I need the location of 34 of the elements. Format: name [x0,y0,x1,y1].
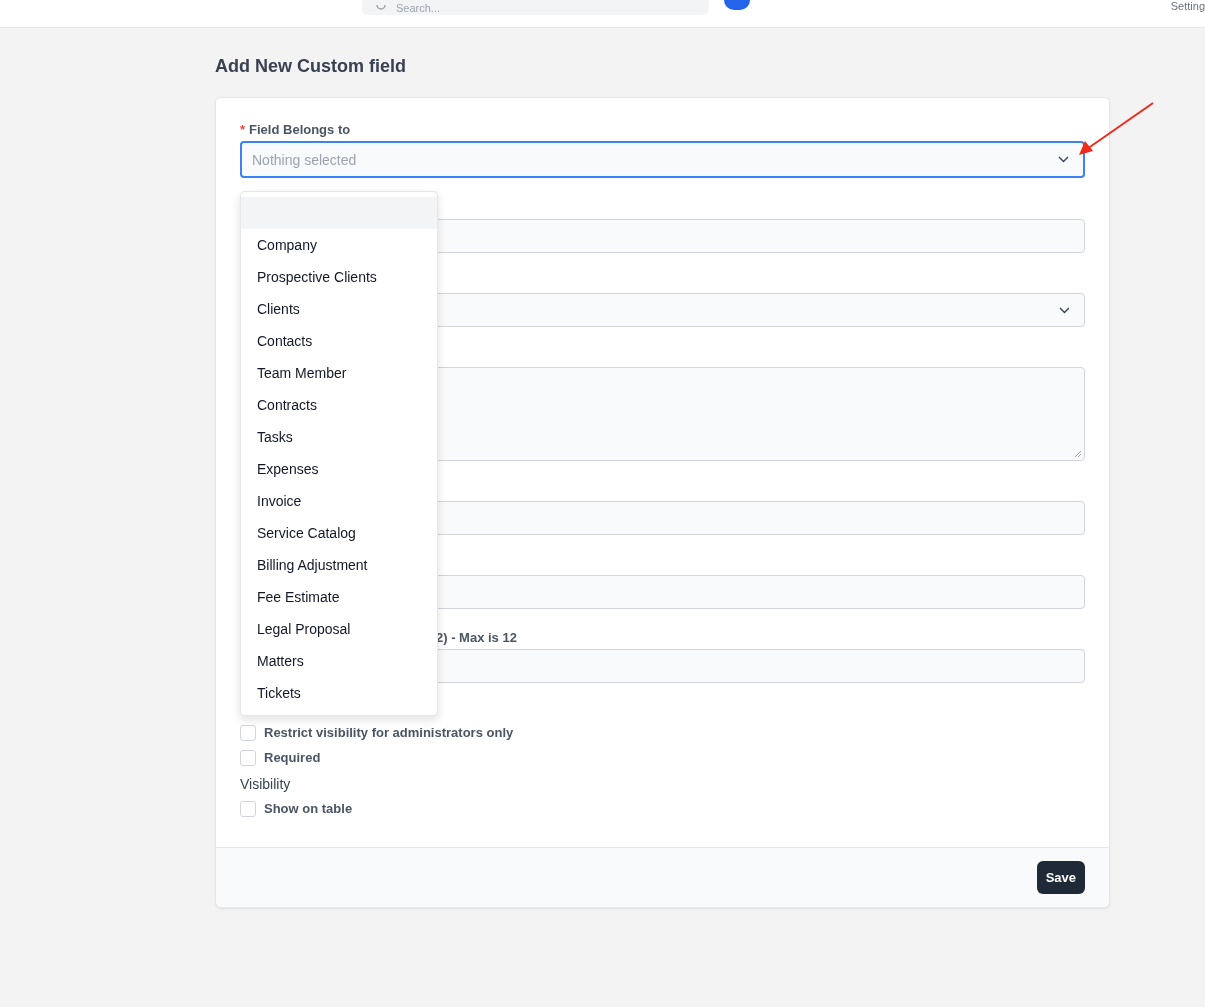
dropdown-option[interactable]: Matters [241,645,437,677]
add-button[interactable] [724,0,750,10]
dropdown-option[interactable]: Tasks [241,421,437,453]
page-title: Add New Custom field [215,56,407,77]
dropdown-option[interactable]: Billing Adjustment [241,549,437,581]
field-label: Field Belongs to [249,122,351,137]
chevron-down-icon [1059,306,1070,314]
settings-link[interactable]: Setting [1170,0,1205,12]
resize-handle-icon [1075,451,1082,458]
dropdown-option[interactable]: Tickets [241,677,437,709]
checkbox[interactable] [240,800,256,817]
dropdown-option[interactable]: Invoice [241,485,437,517]
chevron-down-icon [1058,156,1069,163]
dropdown-option[interactable]: Legal Proposal [241,613,437,645]
dropdown-option[interactable]: Fee Estimate [241,581,437,613]
dropdown-option[interactable]: Clients [241,293,437,325]
dropdown-option[interactable]: Service Catalog [241,517,437,549]
checkbox[interactable] [240,749,256,766]
checkbox-label: Required [264,750,321,765]
dropdown-option[interactable]: Contracts [241,389,437,421]
dropdown-option[interactable]: Team Member [241,357,437,389]
checkbox[interactable] [240,724,256,741]
section-heading: Visibility [240,776,292,792]
dropdown-option[interactable]: Company [241,229,437,261]
dropdown-option[interactable]: Prospective Clients [241,261,437,293]
checkbox-label: Restrict visibility for administrators only [264,725,514,740]
save-button[interactable]: Save [1036,861,1085,894]
dropdown-option[interactable]: Expenses [241,453,437,485]
dropdown-option[interactable]: Contacts [241,325,437,357]
blank-option[interactable] [241,197,437,229]
search-icon [376,4,388,11]
checkbox-label: Show on table [264,801,353,816]
search-placeholder: Search... [396,1,441,14]
required-mark: * [240,122,246,137]
